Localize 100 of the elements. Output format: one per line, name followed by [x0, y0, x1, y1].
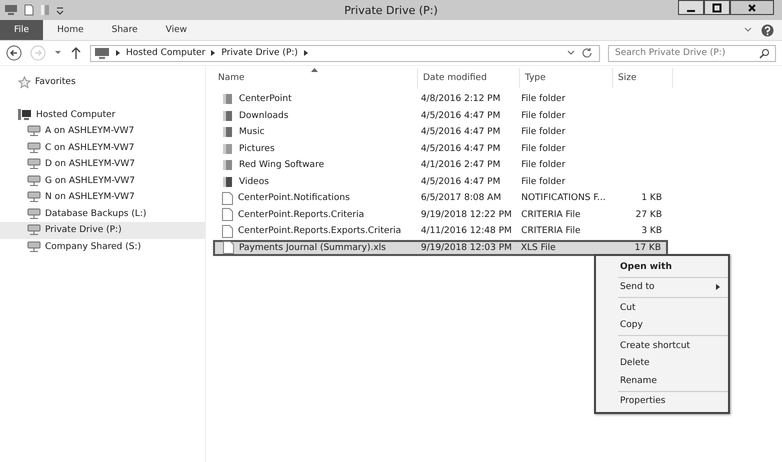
file-icon	[222, 208, 233, 222]
file-icon	[223, 241, 234, 254]
minimize-icon	[687, 10, 695, 12]
file-row[interactable]: Videos 4/5/2016 4:47 PM File folder	[213, 174, 668, 190]
address-bar[interactable]: Hosted Computer Private Drive (P:)	[90, 44, 600, 62]
type-cell-text: NOTIFICATIONS F...	[520, 193, 607, 204]
sort-arrow-icon	[311, 68, 318, 72]
menu-item[interactable]: Rename	[596, 372, 728, 390]
file-name: Music	[239, 127, 265, 138]
computer-icon[interactable]	[4, 4, 18, 16]
sidebar-item[interactable]: A on ASHLEYM-VW7	[0, 123, 205, 140]
chevron-icon[interactable]	[566, 49, 576, 57]
sidebar-item[interactable]: G on ASHLEYM-VW7	[0, 172, 205, 189]
file-name: CenterPoint.Reports.Exports.Criteria	[238, 226, 402, 236]
close-button[interactable]	[730, 0, 774, 15]
size-cell-text: 17 KB	[634, 242, 662, 253]
type-cell-text: XLS File	[520, 242, 557, 253]
sidebar-item[interactable]: Hosted Computer	[36, 110, 116, 120]
minimize-button[interactable]	[678, 0, 704, 15]
sidebar-item[interactable]: Company Shared (S:)	[0, 238, 205, 255]
file-icon	[222, 224, 233, 238]
date-cell-text: 4/8/2016 2:12 PM	[420, 94, 502, 104]
sidebar-item[interactable]: D on ASHLEYM-VW7	[0, 156, 205, 172]
dropdown-icon[interactable]	[54, 49, 62, 57]
file-row[interactable]: CenterPoint.Notifications 6/5/2017 8:08 AM NOTIFICATIONS F... 1 KB	[213, 190, 668, 206]
type-cell-text: File folder	[520, 176, 566, 187]
date-cell-text: 4/11/2016 12:48 PM	[420, 226, 513, 236]
ribbon-tab[interactable]: Home	[43, 20, 98, 40]
menu-item[interactable]: Properties	[596, 392, 728, 410]
sidebar-item[interactable]: Favorites	[35, 77, 76, 88]
size-cell-text: 27 KB	[634, 210, 663, 220]
star-icon	[18, 76, 31, 89]
column-header[interactable]: Type	[520, 68, 613, 88]
back-icon[interactable]	[6, 45, 22, 61]
type-cell-text: File folder	[520, 160, 566, 170]
type-cell-text: File folder	[520, 127, 566, 138]
folder-icon	[222, 176, 234, 188]
up-arrow-icon[interactable]	[70, 46, 82, 60]
breadcrumb-arrow-icon[interactable]	[210, 49, 216, 57]
file-row[interactable]: CenterPoint 4/8/2016 2:12 PM File folder	[213, 91, 668, 108]
network-drive-icon	[27, 240, 41, 253]
menu-item[interactable]: Send to	[596, 278, 728, 296]
network-drive-icon	[27, 158, 41, 170]
type-cell-text: File folder	[520, 144, 566, 154]
help-icon[interactable]	[761, 24, 774, 36]
breadcrumb[interactable]: Private Drive (P:)	[221, 48, 298, 58]
ribbon-tab[interactable]: Share	[98, 20, 152, 40]
file-row[interactable]: CenterPoint.Reports.Exports.Criteria 4/11/2016 12:48 PM CRITERIA File 3 KB	[213, 223, 668, 240]
network-drive-icon	[27, 191, 41, 204]
folder-icon	[222, 126, 234, 138]
network-drive-icon	[27, 224, 41, 236]
column-header[interactable]: Name	[213, 68, 418, 88]
refresh-icon[interactable]	[581, 47, 593, 59]
document-icon[interactable]	[24, 4, 34, 16]
sidebar-item[interactable]: Database Backups (L:)	[0, 206, 205, 222]
file-name: Red Wing Software	[239, 160, 324, 170]
breadcrumb-arrow-icon[interactable]	[302, 49, 309, 57]
file-name: Payments Journal (Summary).xls	[239, 242, 386, 253]
computer-icon	[17, 108, 32, 122]
ribbon-tab[interactable]: File	[0, 20, 44, 40]
file-name: CenterPoint.Reports.Criteria	[238, 210, 364, 220]
sidebar-item[interactable]: N on ASHLEYM-VW7	[0, 189, 205, 206]
file-icon	[222, 192, 233, 205]
folder-icon	[222, 142, 234, 155]
sidebar-item[interactable]: Private Drive (P:)	[0, 222, 205, 238]
search-icon	[759, 48, 770, 58]
date-cell-text: 4/5/2016 4:47 PM	[420, 110, 502, 121]
network-drive-icon	[27, 142, 41, 154]
file-row[interactable]: Downloads 4/5/2016 4:47 PM File folder	[213, 108, 668, 124]
date-cell-text: 4/1/2016 2:47 PM	[420, 160, 502, 170]
file-row[interactable]: Pictures 4/5/2016 4:47 PM File folder	[213, 140, 668, 157]
search-field[interactable]: Search Private Drive (P:)	[608, 44, 776, 62]
menu-item[interactable]: Copy	[596, 316, 728, 334]
type-cell-text: CRITERIA File	[520, 210, 582, 220]
date-cell-text: 9/19/2018 12:22 PM	[420, 210, 513, 220]
type-cell-text: File folder	[520, 94, 566, 104]
menu-item[interactable]: Delete	[596, 354, 728, 372]
file-row[interactable]: Red Wing Software 4/1/2016 2:47 PM File folder	[213, 157, 668, 174]
window-title: Private Drive (P:)	[344, 4, 438, 16]
menu-item[interactable]: Cut	[596, 299, 728, 316]
menu-item[interactable]: Open with	[596, 258, 728, 276]
folder-icon	[222, 110, 234, 122]
column-header[interactable]: Date modified	[418, 68, 520, 88]
file-name: CenterPoint.Notifications	[238, 193, 350, 204]
size-cell-text: 1 KB	[640, 193, 663, 204]
file-name: Downloads	[239, 110, 288, 121]
file-row[interactable]: CenterPoint.Reports.Criteria 9/19/2018 12:22 PM CRITERIA File 27 KB	[213, 206, 668, 223]
computer-icon	[94, 46, 110, 60]
menu-item[interactable]: Create shortcut	[596, 337, 728, 354]
maximize-button[interactable]	[704, 0, 730, 15]
column-header[interactable]: Size	[613, 68, 673, 88]
file-name: Pictures	[239, 144, 275, 154]
breadcrumb[interactable]: Hosted Computer	[126, 48, 206, 58]
breadcrumb-arrow-icon[interactable]	[115, 49, 121, 57]
network-drive-icon	[27, 125, 41, 138]
chevron-icon[interactable]	[743, 26, 753, 34]
ribbon-tab[interactable]: View	[152, 20, 201, 40]
sidebar-item[interactable]: C on ASHLEYM-VW7	[0, 140, 205, 156]
file-row[interactable]: Music 4/5/2016 4:47 PM File folder	[213, 124, 668, 140]
file-row[interactable]: Payments Journal (Summary).xls 9/19/2018 12:03 PM XLS File 17 KB	[213, 240, 668, 256]
